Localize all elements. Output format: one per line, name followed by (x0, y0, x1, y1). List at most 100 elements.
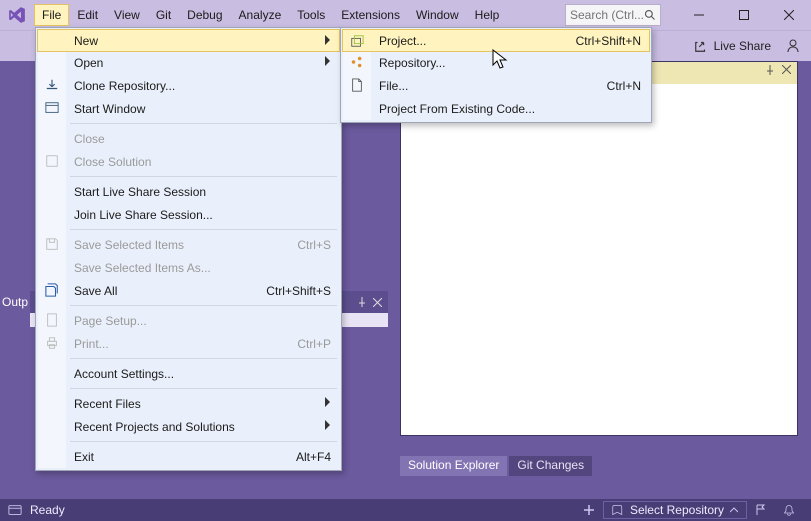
notifications-button[interactable] (775, 504, 803, 516)
menu-git[interactable]: Git (148, 4, 179, 26)
close-icon[interactable] (373, 298, 382, 307)
menu-analyze[interactable]: Analyze (231, 4, 290, 26)
menu-print-label: Print... (74, 337, 109, 351)
menu-save-all-label: Save All (74, 284, 117, 298)
select-repository-button[interactable]: Select Repository (603, 501, 747, 519)
menu-window[interactable]: Window (408, 4, 467, 26)
menu-save-selected-label: Save Selected Items (74, 238, 184, 252)
file-menu-dropdown: New Open Clone Repository... Start Windo… (35, 27, 342, 471)
close-icon[interactable] (782, 65, 791, 74)
menu-save-selected-as-label: Save Selected Items As... (74, 261, 211, 275)
submenu-file-label: File... (379, 79, 408, 93)
menu-join-live-share[interactable]: Join Live Share Session... (38, 203, 339, 226)
maximize-button[interactable] (721, 0, 766, 30)
live-share-label: Live Share (714, 39, 771, 53)
window-icon (44, 100, 60, 116)
bell-icon (783, 504, 795, 516)
menu-recent-files[interactable]: Recent Files (38, 392, 339, 415)
menu-help[interactable]: Help (467, 4, 508, 26)
menu-extensions[interactable]: Extensions (333, 4, 408, 26)
statusbar: Ready Select Repository (0, 499, 811, 521)
search-icon (644, 9, 656, 21)
live-share-button[interactable]: Live Share (694, 39, 771, 53)
menu-recent-projects-label: Recent Projects and Solutions (74, 420, 235, 434)
file-icon (349, 77, 365, 93)
menu-recent-projects[interactable]: Recent Projects and Solutions (38, 415, 339, 438)
menu-start-window[interactable]: Start Window (38, 97, 339, 120)
panel-tabs: Solution Explorer Git Changes (400, 456, 592, 476)
search-input[interactable] (570, 8, 644, 22)
chevron-right-icon (325, 397, 331, 407)
chevron-right-icon (325, 420, 331, 430)
minimize-button[interactable] (676, 0, 721, 30)
close-button[interactable] (766, 0, 811, 30)
shortcut-label: Ctrl+Shift+N (576, 34, 641, 48)
menu-clone-label: Clone Repository... (74, 79, 175, 93)
menu-exit[interactable]: Exit Alt+F4 (38, 445, 339, 468)
shortcut-label: Ctrl+N (607, 79, 641, 93)
menu-print[interactable]: Print... Ctrl+P (38, 332, 339, 355)
menu-page-setup[interactable]: Page Setup... (38, 309, 339, 332)
menu-start-ls-label: Start Live Share Session (74, 185, 206, 199)
flag-icon (755, 504, 767, 516)
menu-view[interactable]: View (106, 4, 148, 26)
liveshare-icon (694, 39, 708, 53)
chevron-right-icon (325, 35, 331, 45)
pin-icon[interactable] (357, 297, 367, 307)
menu-save-selected-as[interactable]: Save Selected Items As... (38, 256, 339, 279)
new-submenu: Project... Ctrl+Shift+N Repository... Fi… (340, 27, 652, 123)
menu-new[interactable]: New (37, 29, 340, 52)
shortcut-label: Ctrl+P (297, 337, 331, 351)
output-tab-stub: Outp (0, 291, 30, 313)
save-all-icon (44, 282, 60, 298)
shortcut-label: Ctrl+Shift+S (266, 284, 331, 298)
submenu-existing-label: Project From Existing Code... (379, 102, 535, 116)
project-icon (349, 33, 365, 49)
menu-close-label: Close (74, 132, 105, 146)
tab-git-changes[interactable]: Git Changes (509, 456, 592, 476)
tab-solution-explorer[interactable]: Solution Explorer (400, 456, 507, 476)
menu-new-label: New (74, 34, 98, 48)
menu-open-label: Open (74, 56, 103, 70)
submenu-repository[interactable]: Repository... (343, 51, 649, 74)
menu-join-ls-label: Join Live Share Session... (74, 208, 213, 222)
menu-start-live-share[interactable]: Start Live Share Session (38, 180, 339, 203)
clone-icon (44, 77, 60, 93)
repo-sparkle-icon (349, 54, 365, 70)
error-list-button[interactable] (747, 504, 775, 516)
menu-close-solution-label: Close Solution (74, 155, 151, 169)
menu-open[interactable]: Open (38, 51, 339, 74)
plus-icon (583, 504, 595, 516)
submenu-project[interactable]: Project... Ctrl+Shift+N (342, 29, 650, 52)
menu-account-settings[interactable]: Account Settings... (38, 362, 339, 385)
menu-file[interactable]: File (34, 4, 69, 26)
print-icon (44, 335, 60, 351)
search-box[interactable] (565, 4, 661, 26)
feedback-icon[interactable] (785, 38, 801, 54)
shortcut-label: Ctrl+S (297, 238, 331, 252)
page-icon (44, 312, 60, 328)
menu-debug[interactable]: Debug (179, 4, 230, 26)
status-icon (8, 503, 22, 517)
status-ready: Ready (30, 503, 65, 517)
submenu-file[interactable]: File... Ctrl+N (343, 74, 649, 97)
menu-save-selected[interactable]: Save Selected Items Ctrl+S (38, 233, 339, 256)
titlebar: File Edit View Git Debug Analyze Tools E… (0, 0, 811, 30)
submenu-project-label: Project... (379, 34, 426, 48)
source-control-add[interactable] (575, 504, 603, 516)
menu-exit-label: Exit (74, 450, 94, 464)
chevron-up-icon (730, 506, 738, 514)
close-solution-icon (44, 153, 60, 169)
menu-tools[interactable]: Tools (289, 4, 333, 26)
menu-page-setup-label: Page Setup... (74, 314, 147, 328)
menu-close-solution[interactable]: Close Solution (38, 150, 339, 173)
menu-save-all[interactable]: Save All Ctrl+Shift+S (38, 279, 339, 302)
menu-recent-files-label: Recent Files (74, 397, 141, 411)
menu-clone-repository[interactable]: Clone Repository... (38, 74, 339, 97)
repo-icon (612, 504, 624, 516)
menu-edit[interactable]: Edit (69, 4, 106, 26)
pin-icon[interactable] (765, 65, 775, 75)
menu-close[interactable]: Close (38, 127, 339, 150)
submenu-existing-code[interactable]: Project From Existing Code... (343, 97, 649, 120)
vs-logo-icon (0, 0, 34, 30)
